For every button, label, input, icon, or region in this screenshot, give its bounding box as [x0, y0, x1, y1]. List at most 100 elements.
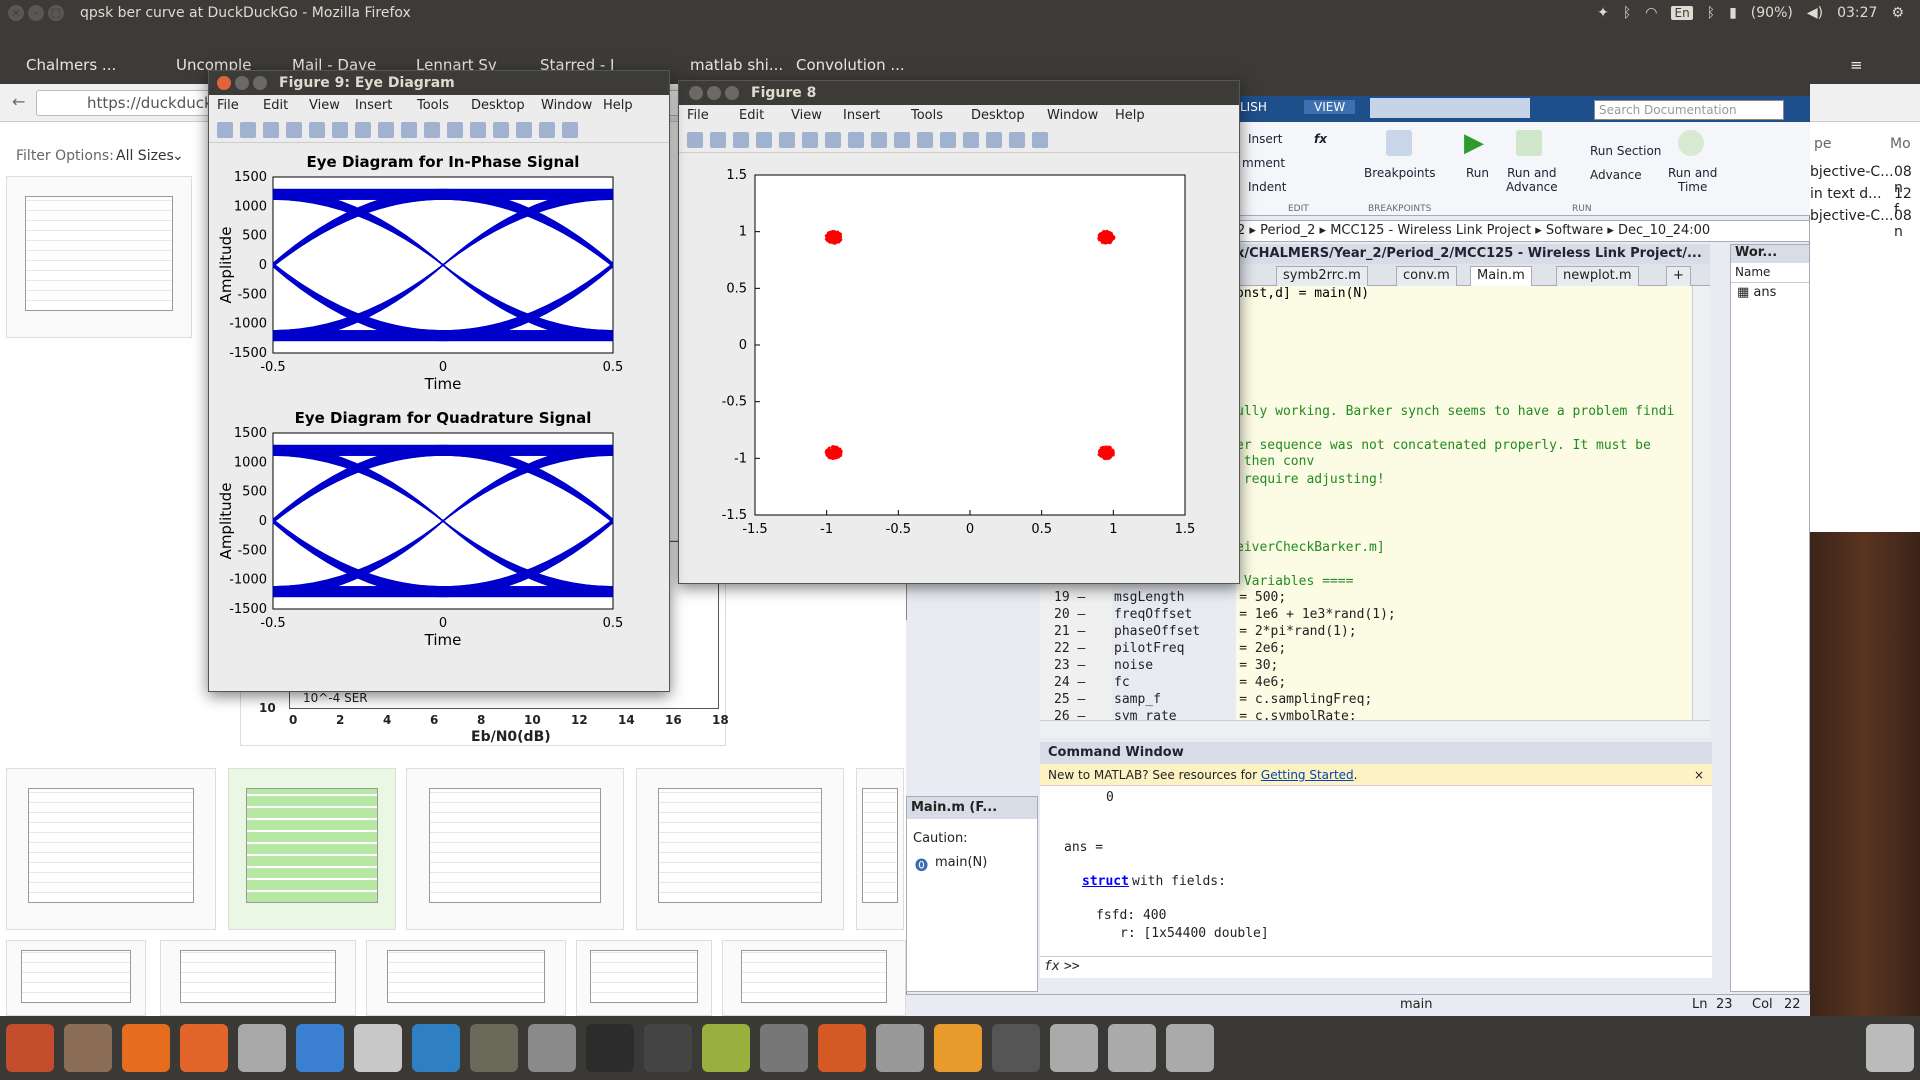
toolbar-button[interactable]: [332, 122, 348, 138]
bluetooth-icon-2[interactable]: ᛒ: [1707, 5, 1715, 21]
result-thumbnail[interactable]: [6, 768, 216, 930]
toolbar-button[interactable]: [779, 132, 795, 148]
menu-tools[interactable]: Tools: [911, 108, 943, 123]
tab-conv[interactable]: conv.m: [1396, 266, 1457, 286]
editor-horizontal-scrollbar[interactable]: [1040, 720, 1710, 738]
screenshot-icon[interactable]: [644, 1024, 692, 1072]
toolbar-button[interactable]: [470, 122, 486, 138]
calculator-icon[interactable]: [760, 1024, 808, 1072]
toolbar-button[interactable]: [986, 132, 1002, 148]
menu-view[interactable]: View: [309, 98, 340, 113]
toolbar-button[interactable]: [493, 122, 509, 138]
menu-insert[interactable]: Insert: [843, 108, 880, 123]
menu-tools[interactable]: Tools: [417, 98, 449, 113]
indent-button[interactable]: Indent: [1248, 180, 1286, 194]
crumb-part[interactable]: MCC125 - Wireless Link Project: [1330, 223, 1531, 238]
toolbar-button[interactable]: [424, 122, 440, 138]
menu-edit[interactable]: Edit: [263, 98, 288, 113]
run-and-advance-button[interactable]: Run and Advance: [1506, 166, 1558, 194]
dropbox-icon[interactable]: ✦: [1597, 5, 1609, 21]
toolbar-button[interactable]: [286, 122, 302, 138]
result-thumbnail[interactable]: [406, 768, 624, 930]
command-window-output[interactable]: 0 ans = struct with fields: fsfd: 400 r:…: [1040, 786, 1712, 976]
matlab-icon[interactable]: [818, 1024, 866, 1072]
menu-window[interactable]: Window: [1047, 108, 1098, 123]
tab-newplot[interactable]: newplot.m: [1556, 266, 1639, 286]
workspace-var-ans[interactable]: ▦ ans: [1737, 285, 1776, 300]
close-window-icon[interactable]: ×: [8, 5, 24, 21]
toolbar-button[interactable]: [802, 132, 818, 148]
tab-chalmers[interactable]: Chalmers ...: [26, 56, 138, 78]
toolbar-button[interactable]: [940, 132, 956, 148]
drive-icon[interactable]: [1166, 1024, 1214, 1072]
ubuntu-dash-icon[interactable]: [6, 1024, 54, 1072]
maximize-window-icon[interactable]: [725, 86, 739, 100]
menu-file[interactable]: File: [217, 98, 239, 113]
tools-icon[interactable]: [354, 1024, 402, 1072]
result-thumbnail[interactable]: [722, 940, 906, 1016]
run-button[interactable]: Run: [1466, 166, 1489, 180]
toolbar-button[interactable]: [894, 132, 910, 148]
image-viewer-icon[interactable]: [702, 1024, 750, 1072]
menu-help[interactable]: Help: [603, 98, 633, 113]
keyboard-layout[interactable]: En: [1671, 6, 1693, 20]
run-and-time-button[interactable]: Run and Time: [1668, 166, 1717, 194]
files-icon[interactable]: [64, 1024, 112, 1072]
comment-button[interactable]: mment: [1242, 156, 1285, 170]
minimize-window-icon[interactable]: [235, 76, 249, 90]
inkscape-icon[interactable]: [528, 1024, 576, 1072]
breakpoints-icon[interactable]: [1386, 130, 1412, 156]
workspace-switcher-icon[interactable]: [992, 1024, 1040, 1072]
struct-keyword[interactable]: struct: [1082, 874, 1129, 889]
maximize-window-icon[interactable]: [253, 76, 267, 90]
insert-button[interactable]: Insert: [1248, 132, 1282, 146]
drive-icon[interactable]: [1050, 1024, 1098, 1072]
bluetooth-icon[interactable]: ᛒ: [1623, 5, 1631, 21]
close-window-icon[interactable]: [217, 76, 231, 90]
crumb-part[interactable]: Software: [1546, 223, 1603, 238]
result-thumbnail[interactable]: [6, 940, 146, 1016]
menu-insert[interactable]: Insert: [355, 98, 392, 113]
toolbar-button[interactable]: [687, 132, 703, 148]
menu-view[interactable]: View: [791, 108, 822, 123]
menu-help[interactable]: Help: [1115, 108, 1145, 123]
system-monitor-icon[interactable]: [412, 1024, 460, 1072]
size-filter-dropdown[interactable]: All Sizes: [116, 148, 174, 164]
tab-main[interactable]: Main.m: [1470, 266, 1532, 286]
tab-matlab[interactable]: matlab shi...: [690, 56, 790, 78]
getting-started-link[interactable]: Getting Started: [1261, 768, 1354, 782]
result-thumbnail[interactable]: [228, 768, 396, 930]
add-tab-button[interactable]: +: [1666, 266, 1691, 286]
command-prompt[interactable]: fx >>: [1040, 956, 1712, 978]
toolbar-button[interactable]: [917, 132, 933, 148]
run-section-button[interactable]: Run Section: [1590, 144, 1661, 158]
result-thumbnail[interactable]: [6, 176, 192, 338]
tab-publish[interactable]: LISH: [1240, 100, 1267, 114]
close-window-icon[interactable]: [689, 86, 703, 100]
menu-edit[interactable]: Edit: [739, 108, 764, 123]
sublime-text-icon[interactable]: [934, 1024, 982, 1072]
toolbar-button[interactable]: [825, 132, 841, 148]
result-thumbnail[interactable]: [576, 940, 712, 1016]
toolbar-button[interactable]: [263, 122, 279, 138]
tab-view[interactable]: VIEW: [1304, 100, 1356, 114]
result-thumbnail[interactable]: [366, 940, 566, 1016]
toolbar-button[interactable]: [240, 122, 256, 138]
battery-icon[interactable]: ▮: [1729, 5, 1737, 21]
run-advance-icon[interactable]: [1516, 130, 1542, 156]
software-center-icon[interactable]: [180, 1024, 228, 1072]
terminal-icon[interactable]: [586, 1024, 634, 1072]
result-thumbnail[interactable]: [160, 940, 356, 1016]
volume-icon[interactable]: ◀): [1807, 5, 1823, 21]
fx-icon[interactable]: fx: [1314, 132, 1327, 146]
menu-window[interactable]: Window: [541, 98, 592, 113]
maximize-window-icon[interactable]: □: [48, 5, 64, 21]
documentation-search-input[interactable]: Search Documentation: [1594, 100, 1784, 120]
toolbar-button[interactable]: [756, 132, 772, 148]
tab-symb2rrc[interactable]: symb2rrc.m: [1276, 266, 1368, 286]
firefox-icon[interactable]: [122, 1024, 170, 1072]
toolbar-button[interactable]: [378, 122, 394, 138]
fx-icon[interactable]: fx: [1044, 959, 1060, 974]
toolbar-button[interactable]: [447, 122, 463, 138]
run-icon[interactable]: ▶: [1464, 130, 1490, 156]
